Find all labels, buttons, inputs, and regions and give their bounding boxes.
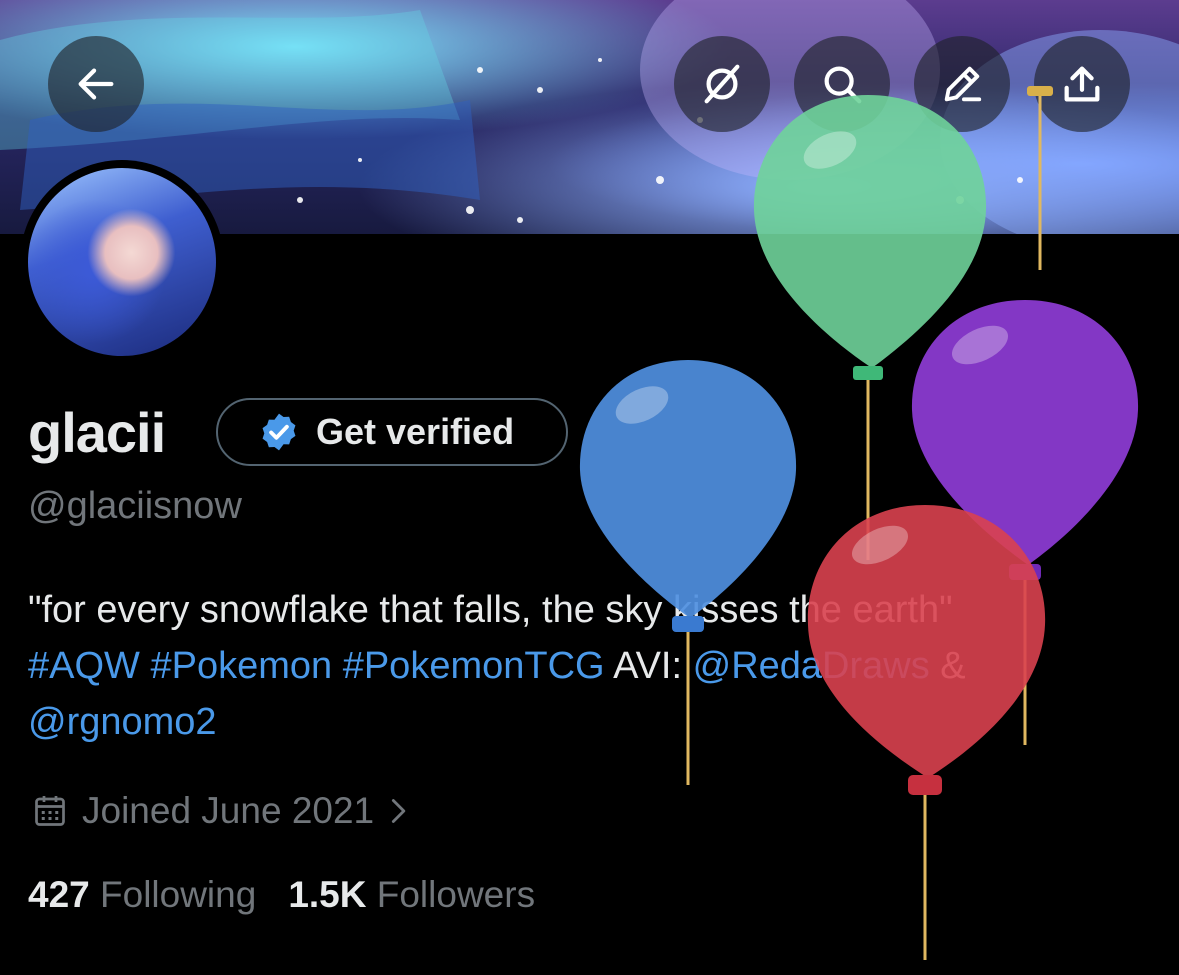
mention-rgnomo2[interactable]: @rgnomo2 [28,701,217,743]
display-name: glacii [28,401,166,464]
verified-badge-icon [262,413,296,451]
following-count: 427 [28,874,90,915]
get-verified-label: Get verified [316,411,515,452]
followers-link[interactable]: 1.5K Followers [288,874,535,916]
avatar-image [28,168,216,356]
edit-button[interactable] [914,36,1010,132]
avatar[interactable] [20,160,224,364]
get-verified-button[interactable]: Get verified [216,398,568,466]
following-link[interactable]: 427 Following [28,874,256,916]
bio-ampersand: & [940,645,966,687]
followers-count: 1.5K [288,874,367,915]
hashtag-pokemon[interactable]: #Pokemon [150,645,332,687]
arrow-left-icon [78,68,114,100]
hashtag-pokemontcg[interactable]: #PokemonTCG [343,645,605,687]
bio-quote: "for every snowflake that falls, the sky… [28,589,953,631]
back-button[interactable] [48,36,144,132]
following-label: Following [100,874,257,915]
circle-slash-icon [704,64,740,104]
mute-button[interactable] [674,36,770,132]
calendar-icon [35,796,65,826]
follow-stats: 427 Following 1.5K Followers [28,874,567,916]
edit-icon [944,66,982,102]
mention-redadraws[interactable]: @RedaDraws [693,645,930,687]
joined-date-row[interactable]: Joined June 2021 [32,790,412,832]
share-button[interactable] [1034,36,1130,132]
joined-date: Joined June 2021 [82,790,375,831]
followers-label: Followers [376,874,536,915]
share-icon [1064,66,1100,102]
bio-avi-label: AVI: [613,645,683,687]
search-icon [824,66,862,104]
bio: "for every snowflake that falls, the sky… [28,582,1158,750]
search-button[interactable] [794,36,890,132]
user-handle: @glaciisnow [28,485,242,527]
chevron-right-icon [392,799,406,823]
hashtag-aqw[interactable]: #AQW [28,645,140,687]
